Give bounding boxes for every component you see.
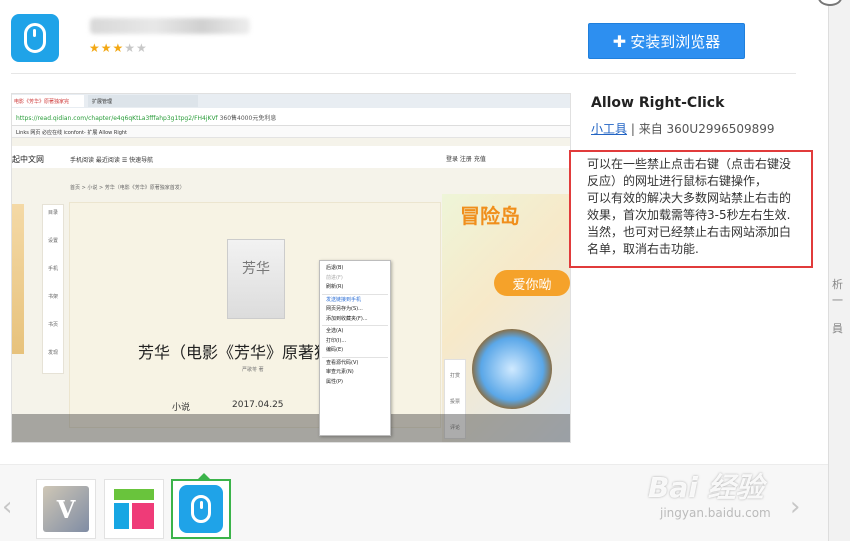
rating-stars: ★★★★★: [89, 41, 148, 55]
ctx-item: 后退(B): [326, 265, 344, 271]
preview-side-menu: 目录 设置 手机 书架 书页 发现: [42, 204, 64, 374]
ctx-item: 属性(P): [326, 378, 343, 385]
preview-ad-cta: 爱你呦: [494, 270, 570, 296]
ctx-separator: [322, 356, 388, 358]
preview-meta-date: 2017.04.25: [232, 400, 284, 410]
preview-right-item: 投票: [449, 399, 460, 405]
ctx-item: 查看源代码(V): [326, 359, 359, 366]
category-link[interactable]: 小工具: [591, 122, 627, 136]
extension-name-blurred: [90, 18, 250, 34]
rating-empty: ★★: [124, 41, 148, 55]
preview-meta-type: 小说: [172, 403, 191, 413]
preview-book-title: 芳华（电影《芳华》原著独: [138, 343, 331, 362]
description-line: 当然，也可对已经禁止右击网站添加白名单，取消右击功能.: [587, 225, 792, 256]
extension-icon-thumb: [179, 485, 223, 533]
install-button-label: 安装到浏览器: [630, 32, 721, 51]
ctx-item: 审查元素(N): [326, 369, 354, 375]
install-button[interactable]: ✚ 安装到浏览器: [588, 23, 745, 59]
extension-meta: 小工具 | 来自 360U2996509899: [591, 120, 775, 137]
description-line: 可以有效的解决大多数网站禁止右击的效果，首次加载需等待3-5秒左右生效.: [587, 191, 792, 222]
preview-side-item: 发现: [47, 350, 58, 356]
ctx-item: 网页另存为(S)...: [326, 306, 363, 312]
header-divider: [11, 73, 796, 74]
preview-side-item: 书页: [47, 322, 58, 328]
plus-icon: ✚: [612, 31, 627, 51]
preview-breadcrumb: 首页 > 小说 > 芳华（电影《芳华》原著独家首发）: [70, 185, 185, 191]
preview-right-item: 打赏: [449, 373, 460, 379]
preview-book-cover: 芳华: [227, 239, 285, 319]
tiles-logo-icon: [114, 489, 154, 529]
extension-source: | 来自 360U2996509899: [627, 122, 775, 136]
extension-detail-panel: ★★★★★ ✚ 安装到浏览器 电影《芳华》原著独家完 扩展管理 https://…: [0, 0, 828, 541]
preview-ad-orb: [472, 329, 552, 409]
ctx-item: 全选(A): [326, 328, 344, 334]
ctx-item: 添加到收藏夹(F)...: [326, 315, 368, 322]
preview-context-menu: 后退(B) 前进(F) 刷新(R) 发送链接到手机 网页另存为(S)... 添加…: [319, 260, 391, 436]
preview-side-item: 设置: [47, 238, 58, 244]
preview-author: 严歌苓 著: [242, 367, 264, 373]
preview-side-item: 书架: [47, 294, 58, 300]
preview-tab: 电影《芳华》原著独家完: [12, 95, 84, 107]
next-arrow-icon[interactable]: ›: [790, 492, 800, 522]
background-page-strip: [828, 0, 850, 541]
ctx-item: 发送链接到手机: [326, 296, 362, 303]
ctx-item: 打印(I)...: [326, 337, 347, 344]
watermark-sub: jingyan.baidu.com: [660, 506, 771, 520]
background-text: 析一: [832, 278, 843, 307]
ctx-item: 刷新(R): [326, 284, 344, 290]
preview-side-item: 目录: [47, 210, 58, 216]
mouse-icon: [24, 23, 46, 53]
ctx-separator: [322, 293, 388, 295]
screenshot-preview: 电影《芳华》原著独家完 扩展管理 https://read.qidian.com…: [11, 93, 571, 443]
thumbnail-item[interactable]: V: [36, 479, 96, 539]
background-text: 員: [832, 322, 843, 335]
preview-side-item: 手机: [47, 266, 58, 272]
preview-tabbar: 电影《芳华》原著独家完 扩展管理: [12, 94, 570, 108]
preview-site-logo: 起中文网: [12, 155, 44, 164]
preview-ad-logo: 冒险岛: [460, 204, 520, 228]
preview-nav-links: 手机阅读 最近阅读 ☰ 快速导航: [70, 157, 154, 164]
preview-left-art: [12, 204, 24, 354]
extension-title: Allow Right-Click: [591, 95, 725, 111]
prev-arrow-icon[interactable]: ‹: [2, 492, 12, 522]
baidu-watermark: Bai 经验 jingyan.baidu.com: [648, 466, 771, 520]
description-box: 可以在一些禁止点击右键（点击右键没反应）的网址进行鼠标右键操作， 可以有效的解决…: [569, 150, 813, 268]
rating-filled: ★★★: [89, 41, 125, 55]
ctx-item: 编码(E): [326, 347, 344, 353]
extension-icon: [11, 14, 59, 62]
thumbnail-item[interactable]: [104, 479, 164, 539]
preview-bookmarks: Links 网页 必应在线 iconfont- 扩展 Allow Right: [12, 126, 570, 138]
mouse-icon: [191, 495, 211, 523]
thumbnail-item-selected[interactable]: [171, 479, 231, 539]
preview-tab: 扩展管理: [88, 95, 198, 107]
ctx-item: 前进(F): [326, 274, 343, 281]
preview-urlbar: https://read.qidian.com/chapter/e4q6qKtL…: [12, 108, 570, 126]
preview-url: https://read.qidian.com/chapter/e4q6qKtL…: [16, 115, 218, 122]
ctx-separator: [322, 325, 388, 326]
preview-bottom-bar: [12, 414, 570, 442]
v-logo-icon: V: [43, 486, 89, 532]
watermark-main: Bai 经验: [648, 471, 764, 504]
description-line: 可以在一些禁止点击右键（点击右键没反应）的网址进行鼠标右键操作，: [587, 157, 792, 188]
preview-right-links: 登录 注册 充值: [446, 156, 486, 163]
preview-site-nav: 起中文网 手机阅读 最近阅读 ☰ 快速导航 登录 注册 充值: [12, 146, 570, 168]
preview-url-hint: 360售4000元免利息: [219, 115, 277, 122]
